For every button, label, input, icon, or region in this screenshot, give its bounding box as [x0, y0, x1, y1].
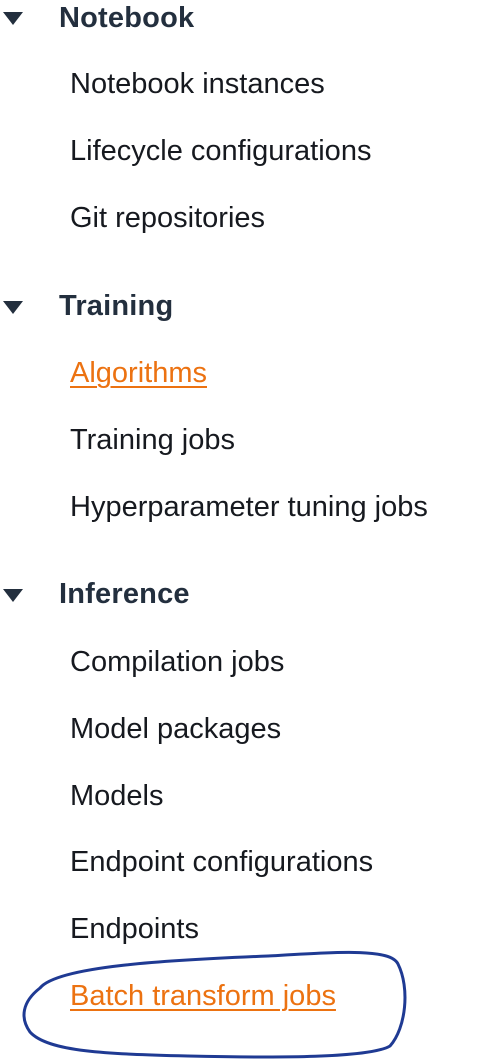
sidebar-navigation: Notebook Notebook instances Lifecycle co…	[0, 0, 500, 1063]
nav-item-notebook-instances[interactable]: Notebook instances	[70, 64, 325, 104]
nav-item-training-jobs[interactable]: Training jobs	[70, 420, 235, 460]
nav-item-model-packages[interactable]: Model packages	[70, 709, 281, 749]
nav-item-algorithms[interactable]: Algorithms	[70, 353, 207, 393]
nav-item-endpoints[interactable]: Endpoints	[70, 909, 199, 949]
caret-down-icon[interactable]	[3, 589, 23, 602]
caret-down-icon[interactable]	[3, 301, 23, 314]
section-title-notebook: Notebook	[59, 2, 195, 34]
section-title-training: Training	[59, 290, 174, 322]
section-title-inference: Inference	[59, 578, 190, 610]
nav-item-batch-transform-jobs[interactable]: Batch transform jobs	[70, 976, 336, 1016]
caret-down-icon[interactable]	[3, 12, 23, 25]
nav-item-git-repositories[interactable]: Git repositories	[70, 198, 265, 238]
nav-item-lifecycle-configurations[interactable]: Lifecycle configurations	[70, 131, 371, 171]
nav-item-endpoint-configurations[interactable]: Endpoint configurations	[70, 842, 373, 882]
nav-item-models[interactable]: Models	[70, 776, 164, 816]
nav-item-hyperparameter-tuning-jobs[interactable]: Hyperparameter tuning jobs	[70, 487, 428, 527]
nav-item-compilation-jobs[interactable]: Compilation jobs	[70, 642, 284, 682]
